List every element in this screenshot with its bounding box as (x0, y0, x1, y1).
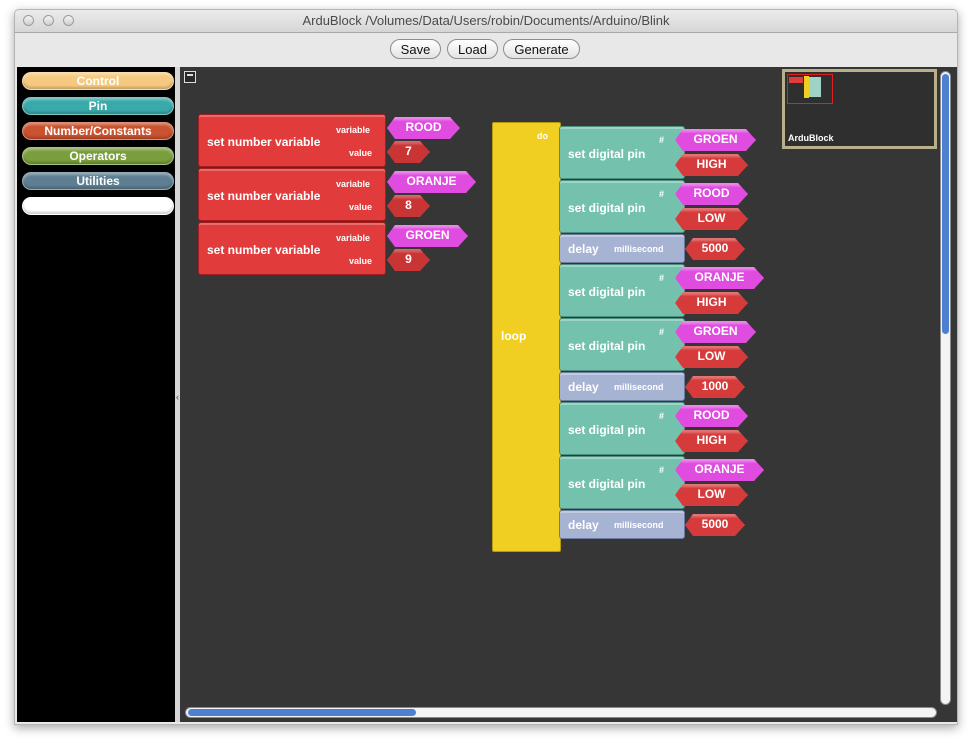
palette-category-control[interactable]: Control (22, 72, 174, 90)
variable-socket-label: variable (336, 179, 371, 189)
toolbar: Save Load Generate (15, 33, 957, 65)
millisecond-label: millisecond (614, 244, 664, 254)
set-digital-pin-label: set digital pin (568, 423, 646, 437)
divider-grip-icon[interactable]: ‹ (176, 392, 179, 402)
variable-name-pill[interactable]: ROOD (387, 117, 460, 139)
set-digital-pin-block[interactable]: set digital pin # (559, 318, 685, 371)
delay-ms-pill[interactable]: 1000 (685, 376, 745, 398)
value-number-pill[interactable]: 7 (387, 141, 430, 163)
pin-name-pill[interactable]: GROEN (675, 129, 756, 151)
minimap[interactable]: ArduBlock (782, 69, 937, 149)
millisecond-label: millisecond (614, 520, 664, 530)
variable-name-pill[interactable]: GROEN (387, 225, 468, 247)
pin-state-pill[interactable]: HIGH (675, 292, 748, 314)
ardublock-window: ArduBlock /Volumes/Data/Users/robin/Docu… (14, 9, 958, 725)
pin-state-pill[interactable]: LOW (675, 346, 748, 368)
delay-block[interactable]: delay millisecond (559, 510, 685, 539)
pin-name-pill[interactable]: ROOD (675, 183, 748, 205)
delay-ms-pill[interactable]: 5000 (685, 514, 745, 536)
loop-do-label: do (537, 131, 548, 141)
loop-label: loop (501, 329, 527, 343)
set-digital-pin-block[interactable]: set digital pin # (559, 456, 685, 509)
set-number-variable-label: set number variable (207, 135, 321, 149)
set-number-variable-label: set number variable (207, 243, 321, 257)
window-title: ArduBlock /Volumes/Data/Users/robin/Docu… (302, 13, 670, 28)
vertical-scroll-thumb[interactable] (942, 74, 949, 334)
pin-hash-label: # (659, 465, 665, 475)
delay-block[interactable]: delay millisecond (559, 234, 685, 263)
save-button[interactable]: Save (390, 39, 441, 59)
pin-name-pill[interactable]: GROEN (675, 321, 756, 343)
set-digital-pin-block[interactable]: set digital pin # (559, 180, 685, 233)
variable-name-pill[interactable]: ORANJE (387, 171, 476, 193)
palette-category-number-constants[interactable]: Number/Constants (22, 122, 174, 140)
pin-name-pill[interactable]: ORANJE (675, 267, 764, 289)
vertical-scrollbar[interactable] (940, 71, 951, 705)
palette-category-pin[interactable]: Pin (22, 97, 174, 115)
workspace-canvas[interactable]: ArduBlock do loop set number variable var… (180, 67, 957, 722)
delay-label: delay (568, 380, 599, 394)
value-socket-label: value (349, 202, 373, 212)
pin-state-pill[interactable]: LOW (675, 208, 748, 230)
set-number-variable-block[interactable]: set number variable variable value (198, 114, 386, 167)
palette-category-tinkerkit-blocks[interactable]: TinkerKit Blocks (22, 197, 174, 215)
title-bar: ArduBlock /Volumes/Data/Users/robin/Docu… (15, 10, 957, 33)
pin-state-pill[interactable]: LOW (675, 484, 748, 506)
loop-block[interactable]: do loop (492, 122, 561, 552)
pin-hash-label: # (659, 411, 665, 421)
variable-socket-label: variable (336, 233, 371, 243)
set-digital-pin-block[interactable]: set digital pin # (559, 126, 685, 179)
pin-name-pill[interactable]: ROOD (675, 405, 748, 427)
value-socket-label: value (349, 256, 373, 266)
block-palette: Control Pin Number/Constants Operators Utili… (17, 67, 175, 722)
set-digital-pin-block[interactable]: set digital pin # (559, 402, 685, 455)
pin-state-pill[interactable]: HIGH (675, 154, 748, 176)
delay-block[interactable]: delay millisecond (559, 372, 685, 401)
palette-category-utilities[interactable]: Utilities (22, 172, 174, 190)
set-digital-pin-label: set digital pin (568, 339, 646, 353)
value-socket-label: value (349, 148, 373, 158)
set-number-variable-block[interactable]: set number variable variable value (198, 222, 386, 275)
millisecond-label: millisecond (614, 382, 664, 392)
pin-hash-label: # (659, 327, 665, 337)
set-number-variable-label: set number variable (207, 189, 321, 203)
palette-category-operators[interactable]: Operators (22, 147, 174, 165)
pin-state-pill[interactable]: HIGH (675, 430, 748, 452)
value-number-pill[interactable]: 9 (387, 249, 430, 271)
set-digital-pin-block[interactable]: set digital pin # (559, 264, 685, 317)
pin-hash-label: # (659, 273, 665, 283)
delay-label: delay (568, 242, 599, 256)
set-number-variable-block[interactable]: set number variable variable value (198, 168, 386, 221)
load-button[interactable]: Load (447, 39, 498, 59)
pin-name-pill[interactable]: ORANJE (675, 459, 764, 481)
minimap-viewport[interactable] (787, 74, 833, 104)
variable-socket-label: variable (336, 125, 371, 135)
set-digital-pin-label: set digital pin (568, 477, 646, 491)
delay-ms-pill[interactable]: 5000 (685, 238, 745, 260)
generate-button[interactable]: Generate (503, 39, 580, 59)
delay-label: delay (568, 518, 599, 532)
value-number-pill[interactable]: 8 (387, 195, 430, 217)
set-digital-pin-label: set digital pin (568, 285, 646, 299)
pin-hash-label: # (659, 189, 665, 199)
collapse-icon[interactable] (184, 71, 196, 83)
horizontal-scroll-thumb[interactable] (188, 709, 416, 716)
set-digital-pin-label: set digital pin (568, 201, 646, 215)
minimap-label: ArduBlock (788, 133, 834, 143)
pin-hash-label: # (659, 135, 665, 145)
set-digital-pin-label: set digital pin (568, 147, 646, 161)
horizontal-scrollbar[interactable] (185, 707, 937, 718)
